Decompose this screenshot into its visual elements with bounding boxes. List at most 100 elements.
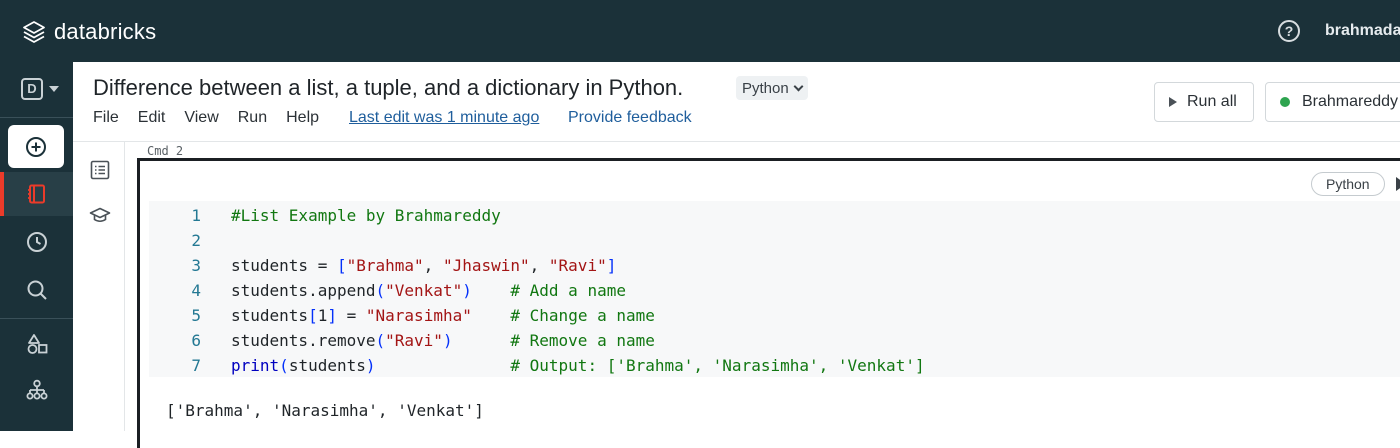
- new-button[interactable]: [8, 125, 64, 168]
- line-number: 7: [191, 356, 201, 375]
- caret-down-icon: [49, 86, 59, 92]
- code-token: [: [336, 256, 347, 275]
- run-all-label: Run all: [1187, 93, 1237, 110]
- notebook-title[interactable]: Difference between a list, a tuple, and …: [93, 75, 683, 101]
- code-editor[interactable]: 1 #List Example by Brahmareddy 2 3 students …: [149, 201, 1400, 377]
- line-number: 3: [191, 256, 201, 275]
- notebook-language-label: Python: [742, 79, 789, 97]
- code-token: # Add a name: [510, 281, 626, 300]
- cluster-name: Brahmareddy: [1302, 93, 1399, 110]
- code-token: ): [365, 356, 376, 375]
- code-text: print(students) # Output: ['Brahma', 'Na…: [231, 353, 925, 378]
- notebook-header: Difference between a list, a tuple, and …: [73, 62, 1400, 142]
- notebook-language-selector[interactable]: Python: [736, 76, 808, 100]
- code-token: students: [288, 356, 366, 375]
- user-menu[interactable]: brahmada: [1325, 22, 1400, 40]
- code-line[interactable]: 6 students.remove("Ravi") # Remove a name: [149, 328, 1400, 353]
- code-token: =: [336, 306, 366, 325]
- code-token: "Narasimha": [365, 306, 472, 325]
- menu-edit[interactable]: Edit: [138, 109, 166, 127]
- search-icon: [27, 280, 47, 300]
- code-text: students.append("Venkat") # Add a name: [231, 278, 626, 303]
- code-token: "Ravi": [548, 256, 607, 275]
- code-line[interactable]: 4 students.append("Venkat") # Add a name: [149, 278, 1400, 303]
- workflow-icon: [26, 379, 47, 400]
- code-token: ): [442, 331, 453, 350]
- cluster-selector[interactable]: Brahmareddy: [1265, 82, 1400, 122]
- workspace-switcher[interactable]: D: [21, 78, 59, 100]
- menu-view[interactable]: View: [184, 109, 218, 127]
- notebook-content: Cmd 2 Python 1 #List Example by Brahmared…: [125, 142, 1400, 448]
- provide-feedback-link[interactable]: Provide feedback: [568, 109, 692, 127]
- cell-command-label: Cmd 2: [147, 144, 184, 158]
- code-token: "Venkat": [385, 281, 463, 300]
- clock-icon: [26, 232, 47, 252]
- code-token: # Change a name: [510, 306, 655, 325]
- top-bar: databricks ? brahmada: [0, 0, 1400, 62]
- sidebar-divider: [0, 318, 73, 319]
- graduation-cap-icon[interactable]: [89, 204, 111, 226]
- code-token: print: [231, 356, 280, 375]
- line-number: 1: [191, 206, 201, 225]
- code-token: "Jhaswin": [442, 256, 530, 275]
- code-line[interactable]: 1 #List Example by Brahmareddy: [149, 203, 1400, 228]
- notebook-tool-rail: [73, 142, 125, 431]
- menu-file[interactable]: File: [93, 109, 119, 127]
- last-edit-link[interactable]: Last edit was 1 minute ago: [349, 109, 539, 127]
- code-line[interactable]: 3 students = ["Brahma", "Jhaswin", "Ravi"…: [149, 253, 1400, 278]
- code-token: #List Example by Brahmareddy: [231, 206, 501, 225]
- sidebar-item-recents[interactable]: [0, 220, 73, 264]
- workspace-letter: D: [21, 78, 43, 100]
- code-line[interactable]: 2: [149, 228, 1400, 253]
- sidebar-item-search[interactable]: [0, 268, 73, 312]
- code-token: # Remove a name: [510, 331, 655, 350]
- sidebar-divider: [0, 117, 73, 118]
- brand-name: databricks: [54, 19, 157, 44]
- databricks-logo-icon: [23, 21, 45, 43]
- sidebar-item-workflows[interactable]: [0, 368, 73, 412]
- run-cell-icon[interactable]: [1396, 177, 1400, 191]
- code-token: students: [231, 306, 309, 325]
- chevron-down-icon: [793, 81, 804, 91]
- code-token: students.append: [231, 281, 376, 300]
- code-token: students.remove: [231, 331, 376, 350]
- notebook-menu: File Edit View Run Help: [93, 109, 338, 127]
- table-of-contents-icon[interactable]: [89, 159, 111, 181]
- code-token: (: [375, 331, 386, 350]
- code-line[interactable]: 7 print(students) # Output: ['Brahma', 'N…: [149, 353, 1400, 378]
- code-text: #List Example by Brahmareddy: [231, 203, 501, 228]
- code-text: students[1] = "Narasimha" # Change a nam…: [231, 303, 655, 328]
- databricks-logo[interactable]: databricks: [22, 17, 156, 47]
- code-cell[interactable]: Python 1 #List Example by Brahmareddy 2 3 st…: [137, 158, 1400, 448]
- code-token: [: [308, 306, 318, 325]
- code-token: (: [279, 356, 289, 375]
- line-number: 2: [191, 231, 201, 250]
- active-indicator: [0, 172, 4, 216]
- code-token: ]: [606, 256, 617, 275]
- menu-help[interactable]: Help: [286, 109, 319, 127]
- line-number: 5: [191, 306, 201, 325]
- run-all-button[interactable]: Run all: [1154, 82, 1254, 122]
- help-icon[interactable]: ?: [1278, 20, 1300, 42]
- code-token: "Ravi": [385, 331, 443, 350]
- code-token: (: [375, 281, 386, 300]
- notebook-icon: [27, 184, 45, 204]
- menu-run[interactable]: Run: [238, 109, 267, 127]
- code-line[interactable]: 5 students[1] = "Narasimha" # Change a na…: [149, 303, 1400, 328]
- cell-output: ['Brahma', 'Narasimha', 'Venkat']: [166, 401, 484, 420]
- code-token: ): [462, 281, 472, 300]
- shapes-icon: [27, 334, 47, 354]
- sidebar-item-catalog[interactable]: [0, 322, 73, 366]
- code-token: 1: [317, 306, 328, 325]
- cluster-status-icon: [1280, 97, 1290, 107]
- code-token: students =: [231, 256, 337, 275]
- sidebar-item-workspace[interactable]: [0, 172, 73, 216]
- code-token: "Brahma": [346, 256, 424, 275]
- plus-circle-icon: [26, 136, 46, 157]
- cell-language-badge[interactable]: Python: [1311, 172, 1385, 196]
- code-token: ,: [423, 256, 443, 275]
